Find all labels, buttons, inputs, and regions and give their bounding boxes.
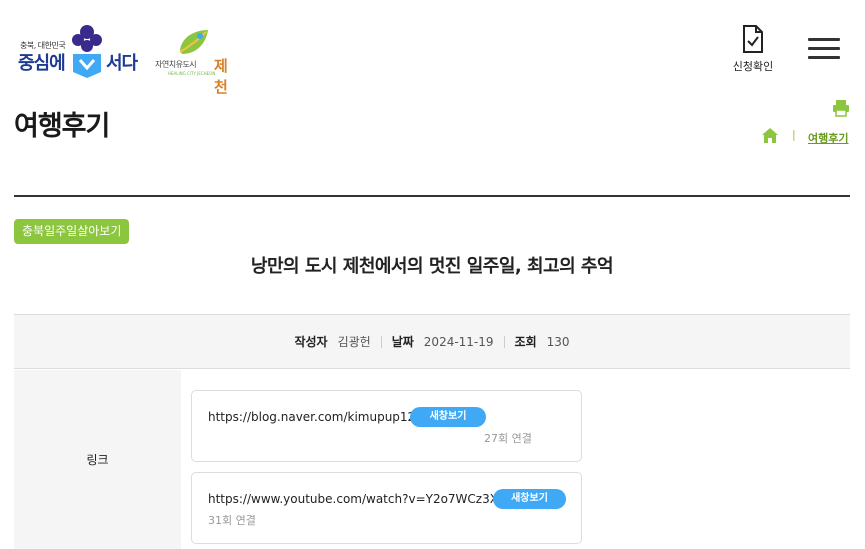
- breadcrumb-current[interactable]: 여행후기: [808, 130, 848, 146]
- link-card: https://www.youtube.com/watch?v=Y2o7WCz3…: [191, 472, 582, 544]
- confirm-label: 신청확인: [732, 60, 774, 73]
- jecheon-logo[interactable]: 자연치유도시 제천 HEALING CITY JECHEON: [152, 28, 234, 96]
- page-title: 여행후기: [14, 111, 110, 142]
- open-new-window-button[interactable]: 새창보기: [410, 407, 486, 427]
- home-icon[interactable]: [762, 128, 778, 143]
- meta-date-label: 날짜: [391, 335, 414, 349]
- link-url[interactable]: https://blog.naver.com/kimupup1217: [208, 410, 430, 424]
- logo-secondary-en: HEALING CITY JECHEON: [168, 71, 216, 76]
- meta-separator: [380, 335, 382, 348]
- logo-secondary-small: 자연치유도시: [155, 60, 197, 69]
- print-icon[interactable]: [832, 99, 850, 117]
- link-count: 27회 연결: [484, 432, 532, 445]
- logo-text-left: 중심에: [18, 53, 66, 74]
- link-card: https://blog.naver.com/kimupup1217 새창보기 …: [191, 390, 582, 462]
- open-new-window-button[interactable]: 새창보기: [493, 489, 566, 509]
- title-divider: [14, 195, 850, 197]
- meta-separator: [503, 335, 505, 348]
- link-count: 31회 연결: [208, 514, 256, 527]
- meta-author-value: 김광헌: [337, 335, 371, 349]
- links-row-header: 링크: [14, 370, 181, 549]
- post-meta-bar: 작성자 김광헌 날짜 2024-11-19 조회 130: [14, 314, 850, 369]
- breadcrumb-separator: |: [792, 128, 796, 141]
- meta-author-label: 작성자: [294, 335, 328, 349]
- link-url[interactable]: https://www.youtube.com/watch?v=Y2o7WCz3…: [208, 492, 513, 506]
- logo-secondary-brand: 제천: [214, 57, 228, 96]
- document-check-icon: [743, 25, 763, 53]
- jecheon-leaf-icon: [179, 30, 208, 54]
- post-title: 낭만의 도시 제천에서의 멋진 일주일, 최고의 추억: [250, 256, 614, 277]
- chungbuk-emblem-icon: [72, 25, 102, 78]
- meta-views-label: 조회: [514, 335, 537, 349]
- logo-text-right: 서다: [106, 53, 138, 74]
- links-label: 링크: [86, 453, 109, 467]
- application-confirm-button[interactable]: 신청확인: [724, 24, 782, 80]
- meta-views-value: 130: [546, 334, 570, 349]
- category-badge: 충북일주일살아보기: [14, 219, 130, 244]
- hamburger-menu-icon[interactable]: [808, 38, 840, 66]
- chungbuk-logo[interactable]: 충북, 대한민국 중심에 서다: [18, 24, 143, 80]
- meta-date-value: 2024-11-19: [423, 334, 494, 349]
